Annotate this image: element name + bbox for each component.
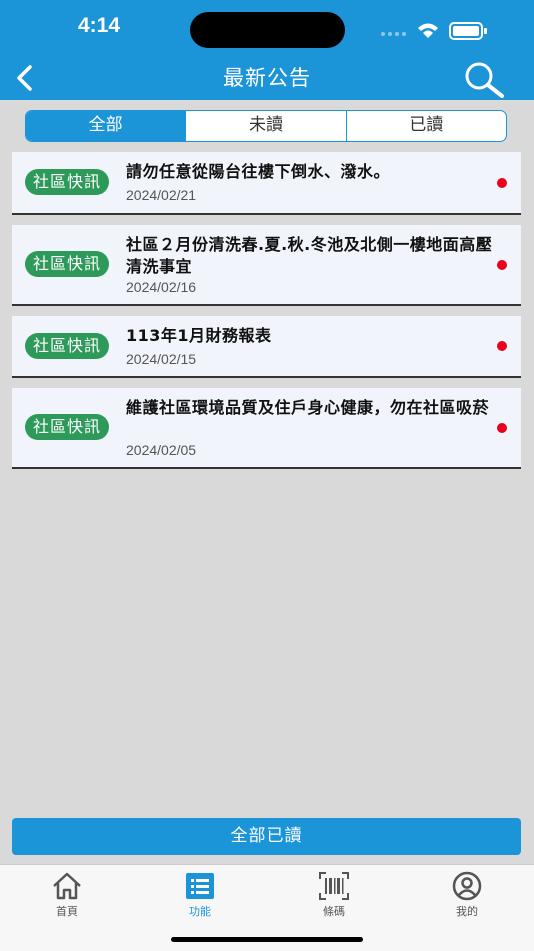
announcement-date: 2024/02/21 xyxy=(126,187,197,203)
category-badge: 社區快訊 xyxy=(25,414,110,440)
segment-read[interactable]: 已讀 xyxy=(345,111,506,141)
dynamic-island xyxy=(190,12,345,48)
segment-all[interactable]: 全部 xyxy=(26,111,186,141)
user-icon xyxy=(452,871,482,901)
announcement-date: 2024/02/15 xyxy=(126,351,197,367)
tab-label: 功能 xyxy=(189,905,211,918)
search-button[interactable] xyxy=(462,60,506,100)
tab-label: 條碼 xyxy=(323,905,345,918)
announcement-title: 113年1月財務報表 xyxy=(126,326,272,345)
unread-dot xyxy=(497,423,507,433)
page-title: 最新公告 xyxy=(223,66,311,90)
category-badge: 社區快訊 xyxy=(25,169,110,195)
tab-functions[interactable]: 功能 xyxy=(160,871,240,919)
announcement-title: 請勿任意從陽台往樓下倒水、潑水。 xyxy=(126,162,391,181)
announcement-title: 社區２月份清洗春.夏.秋.冬池及北側一樓地面高壓清洗事宜 xyxy=(126,235,493,276)
mark-all-read-button[interactable]: 全部已讀 xyxy=(12,818,521,855)
barcode-icon xyxy=(319,872,349,900)
tab-label: 我的 xyxy=(456,905,478,918)
list-icon xyxy=(186,873,214,899)
tab-barcode[interactable]: 條碼 xyxy=(294,871,374,919)
search-icon xyxy=(465,62,504,98)
home-icon xyxy=(53,872,81,900)
announcement-date: 2024/02/05 xyxy=(126,442,197,458)
category-badge: 社區快訊 xyxy=(25,251,110,277)
unread-dot xyxy=(497,341,507,351)
unread-dot xyxy=(497,178,507,188)
announcement-card[interactable]: 社區快訊 社區２月份清洗春.夏.秋.冬池及北側一樓地面高壓清洗事宜 2024/0… xyxy=(12,225,521,306)
announcement-date: 2024/02/16 xyxy=(126,279,197,295)
tab-profile[interactable]: 我的 xyxy=(427,871,507,919)
announcement-title: 維護社區環境品質及住戶身心健康，勿在社區吸菸 xyxy=(126,398,490,417)
home-indicator xyxy=(171,937,363,942)
filter-segmented-control: 全部 未讀 已讀 xyxy=(25,110,507,142)
tab-home[interactable]: 首頁 xyxy=(27,871,107,919)
announcement-card[interactable]: 社區快訊 請勿任意從陽台往樓下倒水、潑水。 2024/02/21 xyxy=(12,152,521,215)
announcement-card[interactable]: 社區快訊 維護社區環境品質及住戶身心健康，勿在社區吸菸 2024/02/05 xyxy=(12,388,521,469)
status-icons xyxy=(381,22,487,40)
category-badge: 社區快訊 xyxy=(25,333,110,359)
unread-dot xyxy=(497,260,507,270)
tab-label: 首頁 xyxy=(56,905,78,918)
announcement-card[interactable]: 社區快訊 113年1月財務報表 2024/02/15 xyxy=(12,316,521,378)
top-header: 4:14 最新公告 xyxy=(0,0,534,100)
status-time: 4:14 xyxy=(78,14,121,37)
segment-unread[interactable]: 未讀 xyxy=(185,111,345,141)
